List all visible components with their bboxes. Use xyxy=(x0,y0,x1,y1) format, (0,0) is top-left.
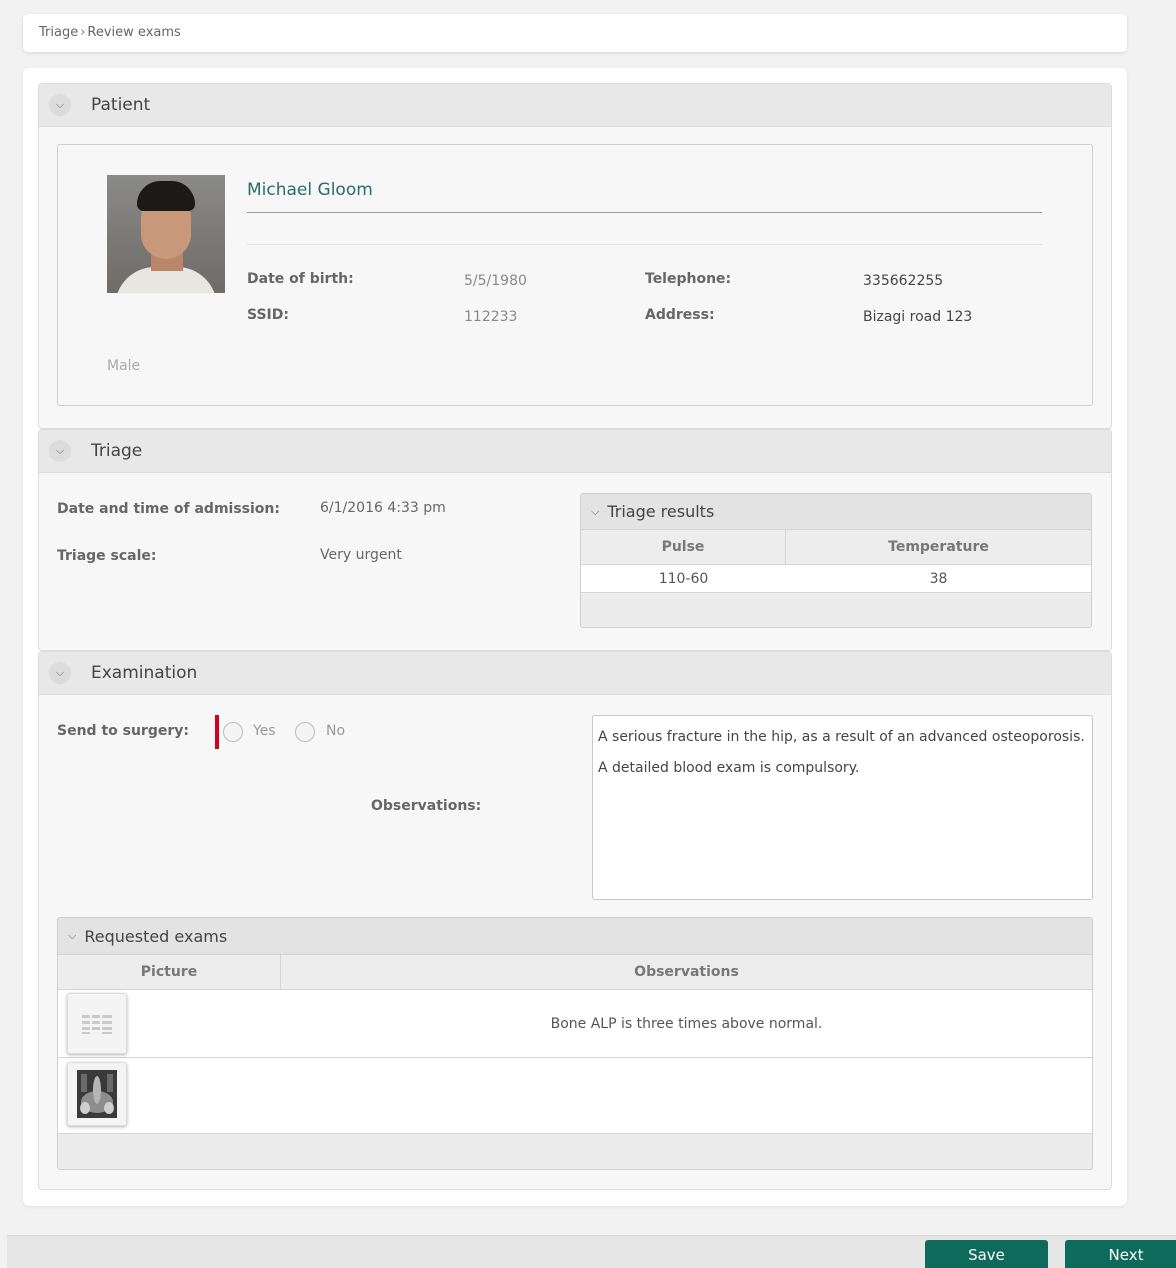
column-header-picture[interactable]: Picture xyxy=(58,955,281,989)
surgery-no-label[interactable]: No xyxy=(326,723,345,739)
telephone-value: 335662255 xyxy=(863,273,944,289)
required-indicator xyxy=(215,715,219,749)
surgery-no-radio[interactable] xyxy=(295,722,315,742)
triage-section-header[interactable]: ⌵ Triage xyxy=(39,430,1111,473)
chevron-down-icon[interactable]: ⌵ xyxy=(49,440,71,462)
examination-section-header[interactable]: ⌵ Examination xyxy=(39,652,1111,695)
document-icon xyxy=(78,1010,116,1037)
save-button[interactable]: Save xyxy=(925,1240,1048,1268)
admission-value: 6/1/2016 4:33 pm xyxy=(320,500,446,516)
main-card: ⌵ Patient Michael Gloom Date of birth: 5… xyxy=(23,68,1127,1206)
ssid-value: 112233 xyxy=(464,309,518,325)
breadcrumb: Triage › Review exams xyxy=(23,14,1127,52)
patient-card: Michael Gloom Date of birth: 5/5/1980 Te… xyxy=(57,144,1093,406)
breadcrumb-current: Review exams xyxy=(87,25,181,40)
examination-section: ⌵ Examination Send to surgery: Yes No Ob… xyxy=(38,651,1112,1190)
temperature-cell: 38 xyxy=(929,570,948,587)
lab-report-thumbnail[interactable] xyxy=(67,993,127,1054)
chevron-down-icon[interactable]: ⌵ xyxy=(49,662,71,684)
patient-photo xyxy=(107,175,225,293)
telephone-label: Telephone: xyxy=(645,271,732,287)
table-row[interactable]: Bone ALP is three times above normal. xyxy=(58,990,1092,1058)
next-button[interactable]: Next xyxy=(1065,1240,1176,1268)
triage-section: ⌵ Triage Date and time of admission: 6/1… xyxy=(38,429,1112,651)
table-row[interactable] xyxy=(58,1058,1092,1134)
address-label: Address: xyxy=(645,307,715,323)
triage-results-grid: ⌵ Triage results Pulse Temperature 110-6… xyxy=(580,493,1092,628)
observations-textarea[interactable]: A serious fracture in the hip, as a resu… xyxy=(592,715,1093,900)
chevron-down-icon[interactable]: ⌵ xyxy=(591,505,599,519)
send-to-surgery-label: Send to surgery: xyxy=(57,723,189,739)
divider xyxy=(247,212,1042,213)
pulse-cell: 110-60 xyxy=(658,570,709,587)
table-row[interactable]: 110-60 38 xyxy=(581,565,1091,593)
observations-label: Observations: xyxy=(371,798,482,814)
column-header-temperature[interactable]: Temperature xyxy=(786,530,1091,564)
chevron-down-icon[interactable]: ⌵ xyxy=(68,929,76,943)
observation-cell xyxy=(281,1058,1092,1133)
surgery-yes-label[interactable]: Yes xyxy=(253,723,276,739)
column-header-observations[interactable]: Observations xyxy=(281,955,1092,989)
requested-exams-grid: ⌵ Requested exams Picture Observations B… xyxy=(57,917,1093,1170)
admission-label: Date and time of admission: xyxy=(57,501,280,517)
picture-cell xyxy=(58,990,281,1057)
dob-label: Date of birth: xyxy=(247,271,354,287)
breadcrumb-separator: › xyxy=(80,25,86,40)
grid-title: Requested exams xyxy=(84,926,228,946)
requested-exams-header[interactable]: ⌵ Requested exams xyxy=(58,918,1092,955)
triage-scale-label: Triage scale: xyxy=(57,548,157,564)
triage-scale-value: Very urgent xyxy=(320,547,402,563)
divider xyxy=(247,244,1042,245)
surgery-yes-radio[interactable] xyxy=(223,722,243,742)
section-title: Triage xyxy=(91,441,143,461)
patient-name: Michael Gloom xyxy=(247,180,373,200)
xray-thumbnail[interactable] xyxy=(67,1062,127,1126)
chevron-down-icon[interactable]: ⌵ xyxy=(49,94,71,116)
patient-section: ⌵ Patient Michael Gloom Date of birth: 5… xyxy=(38,83,1112,429)
picture-cell xyxy=(58,1058,281,1133)
ssid-label: SSID: xyxy=(247,307,289,323)
footer-toolbar: Save Next xyxy=(7,1235,1176,1268)
breadcrumb-root[interactable]: Triage xyxy=(39,25,78,40)
gender-value: Male xyxy=(107,358,141,374)
grid-title: Triage results xyxy=(607,502,715,521)
section-title: Examination xyxy=(91,663,198,683)
address-value: Bizagi road 123 xyxy=(863,309,973,325)
triage-results-header[interactable]: ⌵ Triage results xyxy=(581,494,1091,530)
xray-icon xyxy=(77,1070,117,1118)
dob-value: 5/5/1980 xyxy=(464,273,527,289)
grid-header-row: Picture Observations xyxy=(58,955,1092,990)
observation-cell: Bone ALP is three times above normal. xyxy=(550,1015,823,1032)
column-header-pulse[interactable]: Pulse xyxy=(581,530,786,564)
patient-section-header[interactable]: ⌵ Patient xyxy=(39,84,1111,127)
section-title: Patient xyxy=(91,95,151,115)
grid-header-row: Pulse Temperature xyxy=(581,530,1091,565)
